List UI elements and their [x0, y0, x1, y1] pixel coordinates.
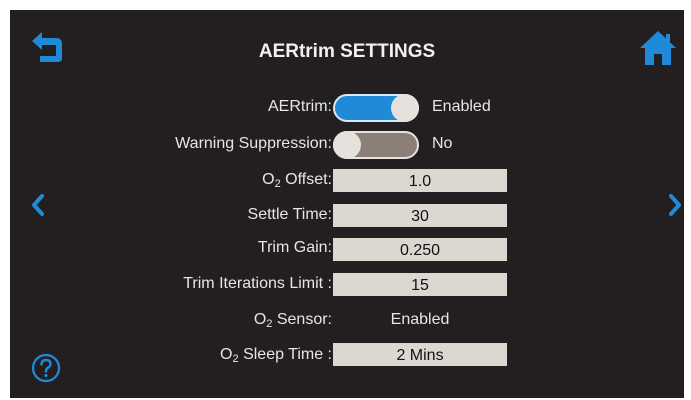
- o2-offset-label: O2 Offset:: [262, 171, 332, 190]
- warning-suppression-label: Warning Suppression:: [175, 135, 332, 152]
- home-icon[interactable]: [638, 28, 678, 68]
- settle-time-label: Settle Time:: [247, 206, 332, 223]
- warning-suppression-state: No: [432, 135, 453, 152]
- toggle-knob: [333, 131, 361, 159]
- help-icon[interactable]: [31, 353, 61, 383]
- o2-sleep-time-field[interactable]: 2 Mins: [333, 343, 507, 366]
- settle-time-field[interactable]: 30: [333, 204, 507, 227]
- trim-iterations-limit-label: Trim Iterations Limit :: [183, 275, 332, 292]
- trim-iterations-limit-field[interactable]: 15: [333, 273, 507, 296]
- warning-suppression-toggle[interactable]: [333, 131, 419, 159]
- label-text: O: [262, 171, 275, 188]
- label-text: Offset:: [280, 171, 332, 188]
- label-text: O: [253, 311, 267, 328]
- chevron-right-icon[interactable]: [667, 193, 683, 217]
- aertrim-state: Enabled: [432, 98, 491, 115]
- label-text: Sleep Time :: [238, 346, 332, 363]
- o2-sleep-time-label: O2 Sleep Time :: [220, 346, 332, 365]
- chevron-left-icon[interactable]: [30, 193, 46, 217]
- aertrim-toggle[interactable]: [333, 94, 419, 122]
- trim-gain-label: Trim Gain:: [257, 239, 332, 256]
- o2-sensor-label: O2 Sensor:: [254, 311, 332, 330]
- o2-sensor-value: Enabled: [390, 311, 450, 328]
- trim-gain-field[interactable]: 0.250: [333, 238, 507, 261]
- settings-screen: AERtrim SETTINGS AERtrim: Enabled Warnin…: [10, 10, 684, 398]
- label-text: O: [220, 346, 233, 363]
- page-title: AERtrim SETTINGS: [258, 41, 436, 62]
- toggle-knob: [391, 94, 419, 122]
- aertrim-label: AERtrim:: [268, 98, 332, 115]
- o2-offset-field[interactable]: 1.0: [333, 169, 507, 192]
- label-text: Sensor:: [272, 311, 332, 328]
